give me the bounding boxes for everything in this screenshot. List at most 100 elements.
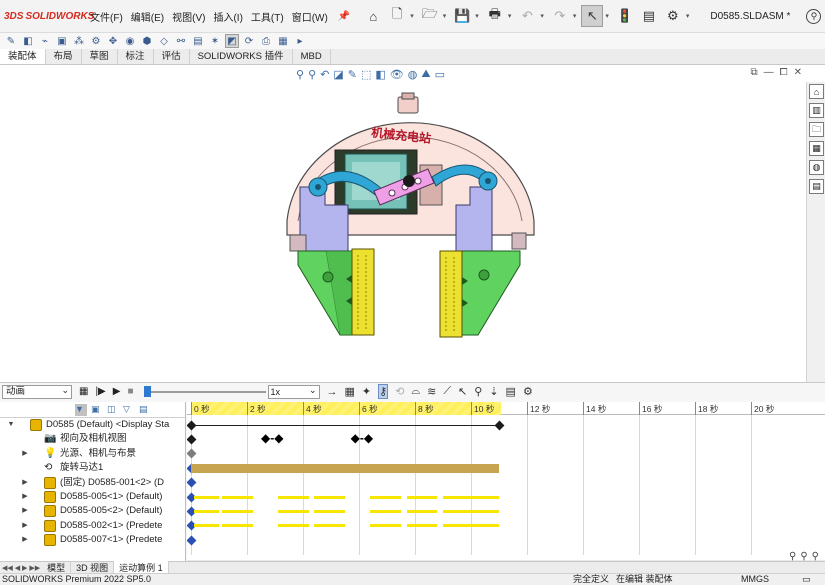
- show-hidden-icon[interactable]: ◉: [123, 34, 137, 48]
- undo-icon[interactable]: ↶: [516, 5, 538, 27]
- filter-results-icon[interactable]: ▽: [123, 404, 135, 416]
- keyframe-diamond[interactable]: [187, 448, 196, 459]
- bill-of-materials-icon[interactable]: ▤: [191, 34, 205, 48]
- motion-change-bar[interactable]: [193, 524, 219, 528]
- filter-driving-icon[interactable]: ▣: [91, 404, 103, 416]
- more-arrow-icon[interactable]: ▸: [293, 34, 307, 48]
- autokey-icon[interactable]: ⚷: [378, 384, 389, 399]
- insert-component-icon[interactable]: ◧: [21, 34, 35, 48]
- large-assembly-icon[interactable]: ▦: [276, 34, 290, 48]
- open-icon[interactable]: 🗁: [419, 5, 441, 27]
- options-gear-icon[interactable]: ⚙: [662, 5, 684, 27]
- motion-change-bar[interactable]: [443, 509, 499, 513]
- motion-change-bar[interactable]: [277, 524, 309, 528]
- tab-nav-arrows[interactable]: ◀◀ ◀ ▶ ▶▶: [0, 564, 42, 572]
- options-dropdown-icon[interactable]: ▾: [686, 12, 690, 20]
- print-dropdown-icon[interactable]: ▾: [508, 12, 512, 20]
- motor-duration-bar[interactable]: [191, 463, 499, 473]
- instant3d-icon[interactable]: ◩: [225, 34, 239, 48]
- motor-icon[interactable]: ⌓: [411, 385, 420, 398]
- expand-chevron-icon[interactable]: ▶: [20, 490, 30, 504]
- expand-chevron-icon[interactable]: ▶: [20, 476, 30, 490]
- animation-wizard-icon[interactable]: ✦: [362, 385, 371, 398]
- motion-change-bar[interactable]: [370, 509, 401, 513]
- assembly-model[interactable]: 机械充电站: [0, 65, 806, 382]
- tree-row-6[interactable]: ▶ D0585-005<2> (Default): [0, 504, 185, 518]
- update-speedpak-icon[interactable]: ⟳: [242, 34, 256, 48]
- mate-icon[interactable]: ⌁: [38, 34, 52, 48]
- contact-icon[interactable]: ⚲: [474, 385, 482, 398]
- force-icon[interactable]: ↖: [458, 385, 467, 398]
- pin-icon[interactable]: 📌: [338, 11, 350, 22]
- move-component-icon[interactable]: ✥: [106, 34, 120, 48]
- motion-change-bar[interactable]: [221, 495, 253, 499]
- keyframe-diamond[interactable]: [494, 420, 504, 430]
- view-key-arrow[interactable]: ◆-◆: [261, 431, 283, 445]
- new-document-icon[interactable]: 🗋: [386, 5, 408, 27]
- tree-row-7[interactable]: ▶ D0585-002<1> (Predete: [0, 519, 185, 533]
- motion-change-bar[interactable]: [406, 509, 438, 513]
- select-cursor-icon[interactable]: ↖: [581, 5, 604, 27]
- open-dropdown-icon[interactable]: ▾: [443, 12, 447, 20]
- print-icon[interactable]: 🖶: [484, 5, 506, 27]
- tree-row-3[interactable]: ⟲ 旋转马达1: [0, 461, 185, 475]
- motion-change-bar[interactable]: [277, 509, 309, 513]
- motion-change-bar[interactable]: [314, 495, 345, 499]
- motion-change-bar[interactable]: [443, 524, 499, 528]
- tree-row-8[interactable]: ▶ D0585-007<1> (Predete: [0, 533, 185, 547]
- calculate-icon[interactable]: ▦: [79, 386, 88, 397]
- assembly-features-icon[interactable]: ⬢: [140, 34, 154, 48]
- file-explorer-icon[interactable]: 🗀: [809, 122, 824, 137]
- rebuild-icon[interactable]: 🚦: [614, 5, 636, 27]
- component-preview-icon[interactable]: ▣: [55, 34, 69, 48]
- view-palette-icon[interactable]: ▦: [809, 141, 824, 156]
- keyframe-diamond[interactable]: [187, 535, 196, 546]
- solidworks-logo[interactable]: 3DS SOLIDWORKS: [0, 11, 94, 22]
- edit-component-icon[interactable]: ✎: [4, 34, 18, 48]
- tab-assembly[interactable]: 装配体: [0, 49, 46, 64]
- tree-row-1[interactable]: 📷 视向及相机视图: [0, 432, 185, 446]
- keyframe-diamond[interactable]: [187, 420, 196, 430]
- damper-icon[interactable]: ⟋: [443, 385, 451, 398]
- keyframe-diamond[interactable]: [187, 434, 196, 445]
- motion-study-properties-icon[interactable]: ⚙: [523, 385, 533, 398]
- home-icon[interactable]: ⌂: [362, 5, 384, 27]
- motion-timeline[interactable]: 0 秒2 秒4 秒6 秒8 秒 10 秒 12 秒 14 秒 16 秒 18 秒 20 秒 …: [187, 402, 825, 570]
- tree-row-2[interactable]: ▶ 💡 光源、相机与布景: [0, 447, 185, 461]
- menu-edit[interactable]: 编辑(E): [127, 9, 168, 24]
- reference-geometry-icon[interactable]: ◇: [157, 34, 171, 48]
- appearances-icon[interactable]: ◍: [809, 160, 824, 175]
- expand-chevron-icon[interactable]: ▶: [20, 504, 30, 518]
- save-dropdown-icon[interactable]: ▾: [475, 12, 479, 20]
- motion-change-bar[interactable]: [370, 524, 401, 528]
- user-account-icon[interactable]: ⚲: [806, 8, 822, 24]
- tab-mbd[interactable]: MBD: [293, 49, 331, 64]
- spring-icon[interactable]: ≋: [427, 385, 436, 398]
- motion-change-bar[interactable]: [193, 509, 219, 513]
- expand-chevron-icon[interactable]: ▼: [6, 418, 16, 432]
- expand-chevron-icon[interactable]: ▶: [20, 533, 30, 547]
- play-icon[interactable]: ▶: [113, 386, 121, 397]
- redo-icon[interactable]: ↷: [549, 5, 571, 27]
- tab-evaluate[interactable]: 评估: [154, 49, 190, 64]
- tab-sketch[interactable]: 草图: [82, 49, 118, 64]
- assembly-duration-bar[interactable]: [191, 424, 499, 426]
- menu-file[interactable]: 文件(F): [86, 9, 127, 24]
- menu-tools[interactable]: 工具(T): [247, 9, 288, 24]
- expand-chevron-icon[interactable]: ▶: [20, 447, 30, 461]
- view-key-arrow[interactable]: ◆-◆: [351, 431, 373, 445]
- menu-window[interactable]: 窗口(W): [288, 9, 332, 24]
- save-icon[interactable]: 💾: [451, 5, 473, 27]
- motion-change-bar[interactable]: [370, 495, 401, 499]
- file-properties-icon[interactable]: ▤: [638, 5, 660, 27]
- status-units[interactable]: MMGS: [741, 574, 769, 585]
- gravity-icon[interactable]: ⇣: [489, 385, 498, 398]
- playback-speed-select[interactable]: 1x: [267, 384, 320, 399]
- graphics-area[interactable]: ⚲ ⚲ ↶ ◪ ✎ ⬚ ◧ 👁 ◍ ⛰ ▭ ⧉ — ⧠ ✕ 机械充电站: [0, 65, 806, 382]
- motion-change-bar[interactable]: [406, 524, 438, 528]
- menu-view[interactable]: 视图(V): [168, 9, 209, 24]
- playback-slider[interactable]: [143, 385, 266, 399]
- tree-row-4[interactable]: ▶ (固定) D0585-001<2> (D: [0, 476, 185, 490]
- expand-chevron-icon[interactable]: ▶: [20, 519, 30, 533]
- keyframe-diamond[interactable]: [187, 477, 196, 488]
